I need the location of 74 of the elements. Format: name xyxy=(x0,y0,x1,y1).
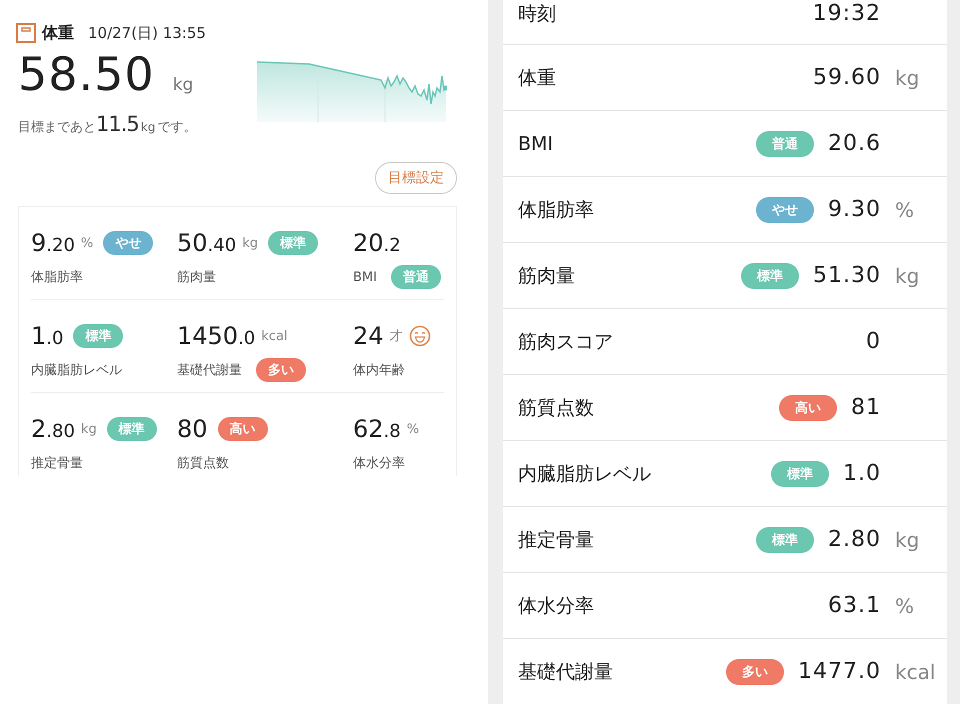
smiley-icon xyxy=(408,325,431,347)
row-value: 51.30 xyxy=(813,263,881,288)
status-badge: 多い xyxy=(256,358,306,382)
row-unit: % xyxy=(895,198,914,222)
metric-label: 筋肉量 xyxy=(177,269,216,286)
row-value: 63.1 xyxy=(828,593,881,618)
metric-value: 50.40 xyxy=(177,229,236,257)
status-badge: 普通 xyxy=(390,265,441,289)
row-unit: kg xyxy=(895,66,920,90)
status-badge: 普通 xyxy=(756,130,814,156)
section-title: 体重 xyxy=(42,22,74,44)
metric-unit: kg xyxy=(80,422,97,436)
metric-value: 80 xyxy=(177,415,208,443)
row-value: 81 xyxy=(851,395,881,420)
row-unit: kg xyxy=(895,528,920,552)
row-label: 内臓脂肪レベル xyxy=(518,462,652,486)
metric-value: 2.80 xyxy=(31,415,75,443)
row-label: 体水分率 xyxy=(518,594,595,618)
status-badge: 高い xyxy=(218,417,268,441)
metric-unit: % xyxy=(406,422,420,436)
row-label: 基礎代謝量 xyxy=(518,660,614,684)
status-badge: 標準 xyxy=(73,324,124,348)
metric-value: 62.8 xyxy=(353,415,401,443)
metric-label: BMI xyxy=(353,270,377,284)
metric-unit: 才 xyxy=(390,328,403,345)
row-value: 9.30 xyxy=(828,197,881,222)
row-label: 筋質点数 xyxy=(518,396,595,420)
status-badge: 多い xyxy=(726,658,784,684)
metric-value: 20.2 xyxy=(353,229,401,257)
row-label: 体重 xyxy=(518,66,557,90)
row-value: 59.60 xyxy=(813,65,881,90)
status-badge: 標準 xyxy=(268,231,318,255)
row-unit: kcal xyxy=(895,660,936,684)
row-value: 20.6 xyxy=(828,131,881,156)
metric-label: 体脂肪率 xyxy=(31,269,83,286)
row-label: BMI xyxy=(518,132,554,154)
scale-icon xyxy=(16,23,36,43)
row-label: 筋肉量 xyxy=(518,264,576,288)
weight-unit: kg xyxy=(172,75,194,95)
row-unit: % xyxy=(895,594,914,618)
status-badge: 高い xyxy=(779,394,837,420)
row-value: 19:32 xyxy=(812,1,881,26)
measurement-date: 10/27(日) 13:55 xyxy=(88,24,206,42)
metric-value: 1.0 xyxy=(31,322,64,350)
row-value: 1477.0 xyxy=(798,659,881,684)
status-badge: 標準 xyxy=(756,526,814,552)
metric-label: 筋質点数 xyxy=(177,455,229,472)
status-badge: 標準 xyxy=(106,417,157,441)
metric-label: 体水分率 xyxy=(353,455,405,472)
goal-setting-button[interactable]: 目標設定 xyxy=(375,162,457,194)
row-label: 筋肉スコア xyxy=(518,330,614,354)
metric-label: 内臓脂肪レベル xyxy=(31,362,122,379)
weight-value: 58.50 xyxy=(18,46,155,102)
row-label: 推定骨量 xyxy=(518,528,595,552)
row-value: 0 xyxy=(866,329,881,354)
row-unit: kg xyxy=(895,264,920,288)
status-badge: やせ xyxy=(103,231,154,255)
goal-message: 目標まであと 11.5 kg です。 xyxy=(18,112,198,136)
metric-label: 体内年齢 xyxy=(353,362,405,379)
status-badge: 標準 xyxy=(741,262,800,288)
status-badge: やせ xyxy=(756,196,814,222)
metric-value: 9.20 xyxy=(31,229,75,257)
status-badge: 標準 xyxy=(771,460,829,486)
row-label: 時刻 xyxy=(518,2,557,27)
row-value: 1.0 xyxy=(843,461,881,486)
metric-value: 24 xyxy=(353,322,384,350)
row-label: 体脂肪率 xyxy=(518,198,595,222)
row-value: 2.80 xyxy=(828,527,881,552)
metric-unit: kcal xyxy=(261,328,288,344)
metric-label: 推定骨量 xyxy=(31,455,83,472)
metric-unit: kg xyxy=(242,236,258,250)
metric-value: 1450.0 xyxy=(177,322,256,350)
metric-label: 基礎代謝量 xyxy=(177,362,242,379)
metric-unit: % xyxy=(80,236,94,250)
